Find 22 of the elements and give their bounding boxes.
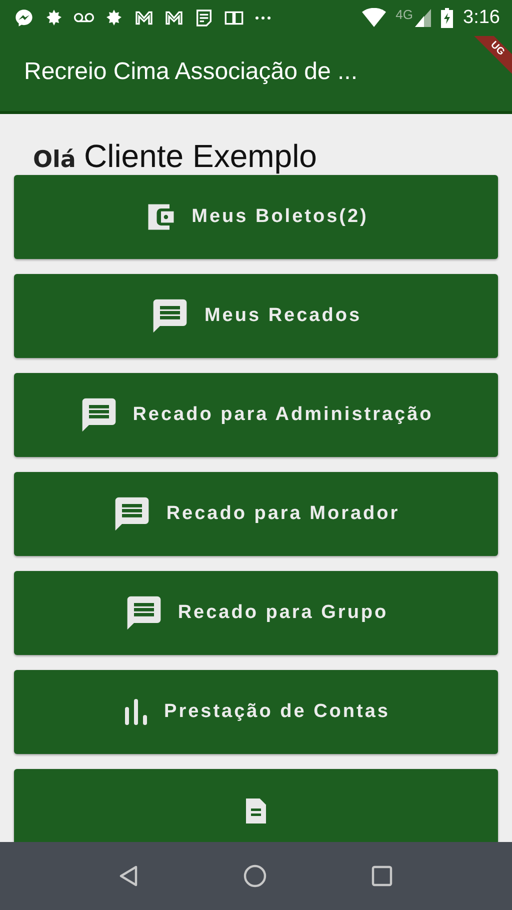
back-button[interactable]	[119, 865, 139, 887]
menu-button[interactable]: Recado para Grupo	[14, 571, 498, 655]
clock-time: 3:16	[463, 7, 500, 29]
note-icon	[194, 8, 214, 28]
menu-button[interactable]: Recado para Administração	[14, 373, 498, 457]
home-button[interactable]	[243, 864, 267, 888]
wifi-icon	[362, 8, 386, 28]
greeting-label: Olá	[33, 147, 76, 173]
messenger-icon	[14, 8, 34, 28]
menu-button[interactable]: Meus Boletos(2)	[14, 175, 498, 259]
network-label: 4G	[396, 7, 414, 22]
app-title: Recreio Cima Associação de ...	[24, 58, 358, 86]
battery-icon	[441, 8, 454, 28]
more-icon	[254, 15, 272, 21]
leaf-icon	[104, 8, 124, 28]
menu-button[interactable]: Prestação de Contas	[14, 670, 498, 754]
recents-button[interactable]	[371, 865, 393, 887]
leaf-icon	[44, 8, 64, 28]
menu-button[interactable]: Recado para Morador	[14, 472, 498, 556]
menu-button[interactable]: Meus Recados	[14, 274, 498, 358]
signal-icon	[415, 9, 432, 27]
client-name: Cliente Exemplo	[84, 138, 317, 175]
